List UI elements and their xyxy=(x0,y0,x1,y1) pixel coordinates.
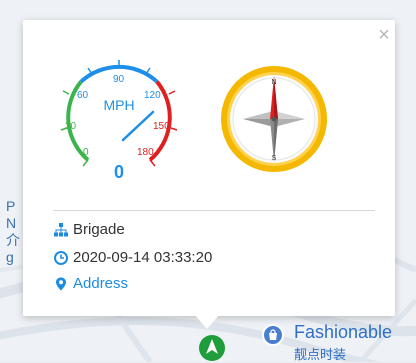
map-place-label-partial: P N 介 g xyxy=(6,198,20,266)
timestamp-text: 2020-09-14 03:33:20 xyxy=(73,249,213,266)
vehicle-marker-icon[interactable] xyxy=(197,331,227,362)
speed-tick-120: 120 xyxy=(144,90,161,101)
popup-pointer xyxy=(194,314,220,329)
map-label-fragment: 介 xyxy=(6,232,20,248)
map-label-fragment: P xyxy=(6,198,16,214)
shopping-bag-icon xyxy=(262,324,284,346)
map-poi-fashionable[interactable]: Fashionable 靓点时装 xyxy=(262,322,416,362)
speed-tick-30: 30 xyxy=(65,121,77,132)
compass-gauge: N S xyxy=(221,66,327,172)
compass-north-label: N xyxy=(271,79,276,86)
speed-tick-150: 150 xyxy=(153,121,170,132)
vehicle-info-popup: × 0 30 60 90 120 150 180 MPH 0 N S Briga… xyxy=(23,20,395,316)
speed-tick-90: 90 xyxy=(113,74,125,85)
speed-value: 0 xyxy=(114,162,124,182)
clock-icon xyxy=(54,251,68,265)
speed-tick-60: 60 xyxy=(77,90,89,101)
speedometer-gauge: 0 30 60 90 120 150 180 MPH 0 xyxy=(60,60,178,182)
map-label-fragment: N xyxy=(6,215,17,231)
compass-south-label: S xyxy=(272,155,277,162)
speed-tick-0: 0 xyxy=(83,147,89,158)
poi-subtitle: 靓点时装 xyxy=(294,347,347,362)
map-marker-icon xyxy=(56,277,66,291)
poi-name: Fashionable xyxy=(294,322,393,342)
speed-needle xyxy=(121,110,155,142)
divider xyxy=(53,210,375,211)
sitemap-icon xyxy=(54,223,68,237)
gauges-panel: 0 30 60 90 120 150 180 MPH 0 N S xyxy=(23,20,395,200)
group-name: Brigade xyxy=(73,221,125,238)
address-link[interactable]: Address xyxy=(73,275,128,292)
speed-tick-180: 180 xyxy=(137,147,154,158)
speed-unit-label: MPH xyxy=(103,97,134,113)
map-label-fragment: g xyxy=(6,249,14,265)
